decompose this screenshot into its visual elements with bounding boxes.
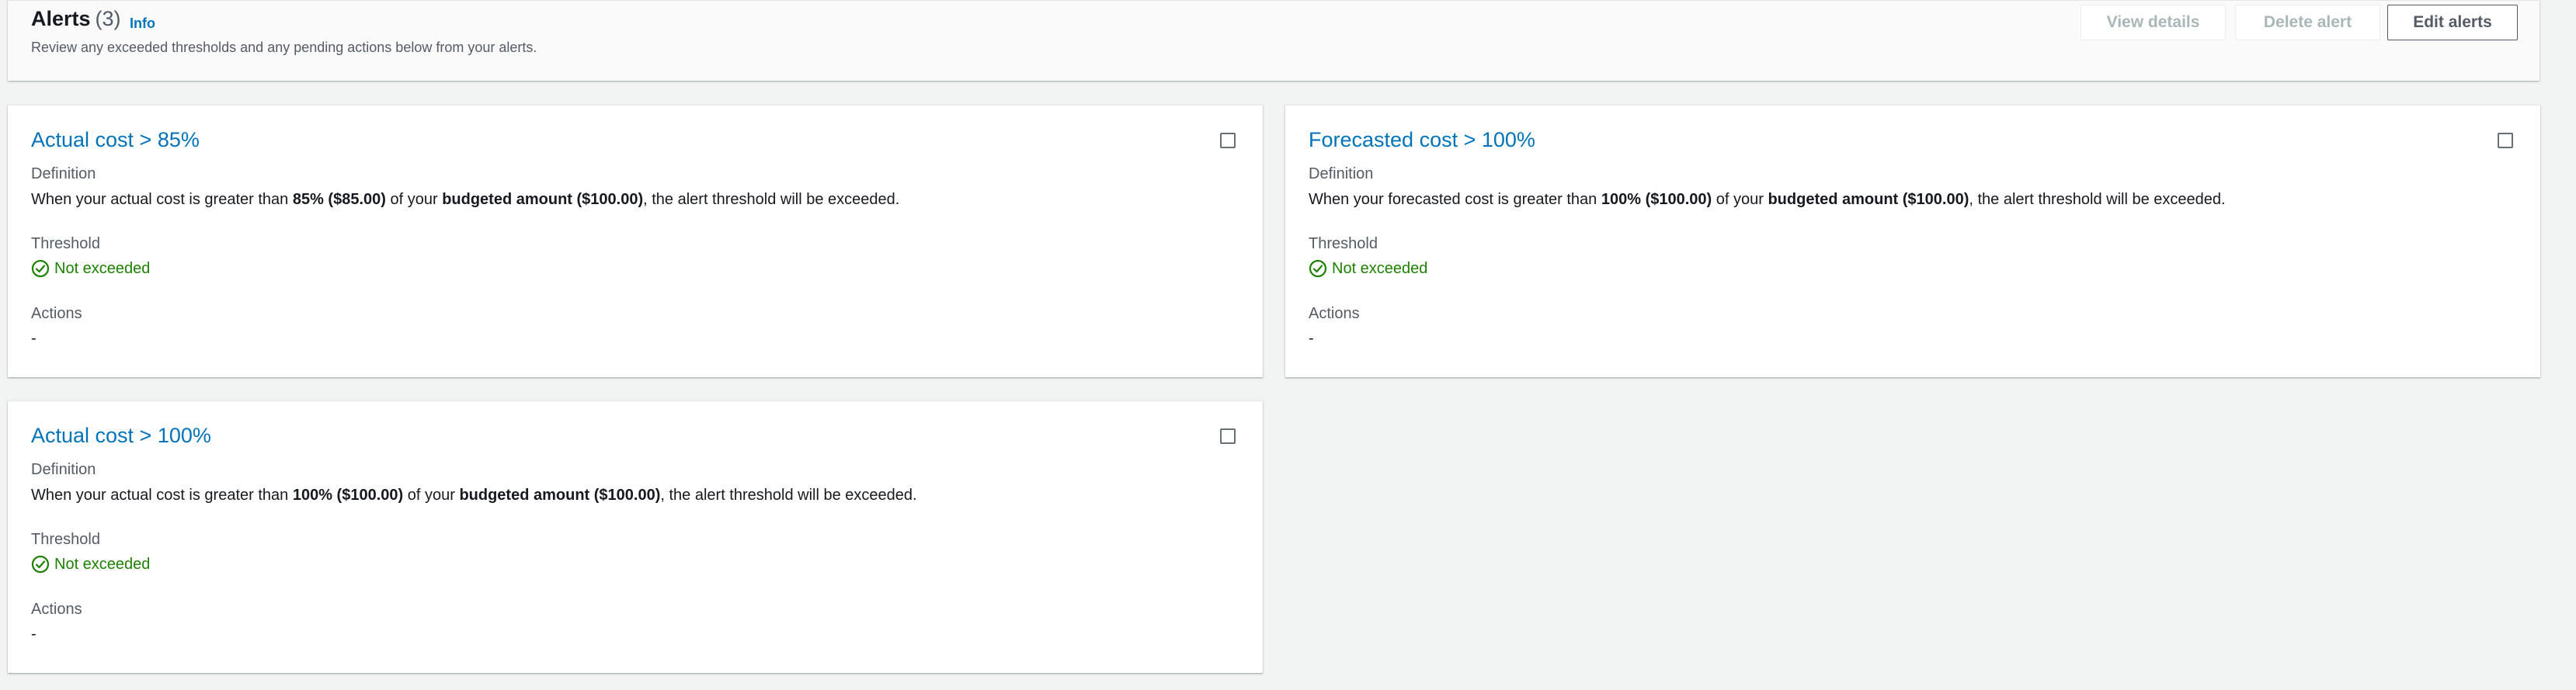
- delete-alert-button[interactable]: Delete alert: [2235, 5, 2380, 40]
- alert-title-link[interactable]: Actual cost > 100%: [31, 424, 211, 448]
- definition-percent: 100% ($100.00): [292, 487, 404, 504]
- definition-amount: budgeted amount ($100.00): [459, 487, 661, 504]
- view-details-button[interactable]: View details: [2081, 5, 2226, 40]
- alert-select-checkbox[interactable]: [1220, 428, 1236, 444]
- alert-title-link[interactable]: Forecasted cost > 100%: [1309, 128, 1535, 152]
- definition-pre: When your actual cost is greater than: [31, 487, 293, 504]
- alert-card: Actual cost > 85% Definition When your a…: [8, 105, 1263, 377]
- alert-title-link[interactable]: Actual cost > 85%: [31, 128, 200, 152]
- threshold-status-text: Not exceeded: [54, 259, 151, 277]
- threshold-label: Threshold: [1309, 235, 1378, 252]
- alerts-description: Review any exceeded thresholds and any p…: [31, 40, 537, 55]
- definition-pre: When your actual cost is greater than: [31, 191, 293, 208]
- actions-label: Actions: [31, 601, 82, 618]
- definition-amount: budgeted amount ($100.00): [442, 191, 644, 208]
- definition-post: , the alert threshold will be exceeded.: [643, 191, 900, 208]
- definition-label: Definition: [31, 461, 96, 478]
- definition-mid: of your: [385, 191, 443, 208]
- definition-text: When your actual cost is greater than 10…: [31, 487, 917, 504]
- definition-post: , the alert threshold will be exceeded.: [660, 487, 917, 504]
- alerts-header: Alerts (3) Info Review any exceeded thres…: [8, 0, 2539, 81]
- threshold-status-text: Not exceeded: [54, 555, 151, 573]
- alert-select-checkbox[interactable]: [1220, 133, 1236, 148]
- alert-card: Forecasted cost > 100% Definition When y…: [1285, 105, 2540, 377]
- definition-label: Definition: [31, 165, 96, 182]
- actions-value: -: [1309, 330, 1314, 347]
- threshold-status: Not exceeded: [31, 555, 150, 574]
- definition-percent: 100% ($100.00): [1601, 191, 1712, 208]
- threshold-status-text: Not exceeded: [1332, 259, 1428, 277]
- definition-post: , the alert threshold will be exceeded.: [1969, 191, 2226, 208]
- alerts-title-text: Alerts: [31, 7, 91, 30]
- alert-card: Actual cost > 100% Definition When your …: [8, 400, 1263, 673]
- actions-value: -: [31, 626, 37, 643]
- definition-label: Definition: [1309, 165, 1374, 182]
- definition-text: When your actual cost is greater than 85…: [31, 191, 899, 209]
- check-circle-icon: [1309, 259, 1327, 278]
- definition-mid: of your: [1712, 191, 1768, 208]
- definition-percent: 85% ($85.00): [292, 191, 386, 208]
- actions-label: Actions: [31, 305, 82, 322]
- edit-alerts-button[interactable]: Edit alerts: [2387, 5, 2518, 40]
- definition-mid: of your: [403, 487, 460, 504]
- alerts-count: (3): [95, 7, 121, 30]
- threshold-label: Threshold: [31, 531, 100, 548]
- check-circle-icon: [31, 259, 50, 278]
- definition-amount: budgeted amount ($100.00): [1768, 191, 1969, 208]
- info-link[interactable]: Info: [130, 16, 155, 32]
- threshold-status: Not exceeded: [1309, 259, 1427, 278]
- alerts-title: Alerts (3): [31, 7, 121, 31]
- threshold-label: Threshold: [31, 235, 100, 252]
- check-circle-icon: [31, 555, 50, 574]
- threshold-status: Not exceeded: [31, 259, 150, 278]
- alert-select-checkbox[interactable]: [2498, 133, 2513, 148]
- actions-label: Actions: [1309, 305, 1360, 322]
- actions-value: -: [31, 330, 37, 347]
- definition-text: When your forecasted cost is greater tha…: [1309, 191, 2226, 209]
- definition-pre: When your forecasted cost is greater tha…: [1309, 191, 1601, 208]
